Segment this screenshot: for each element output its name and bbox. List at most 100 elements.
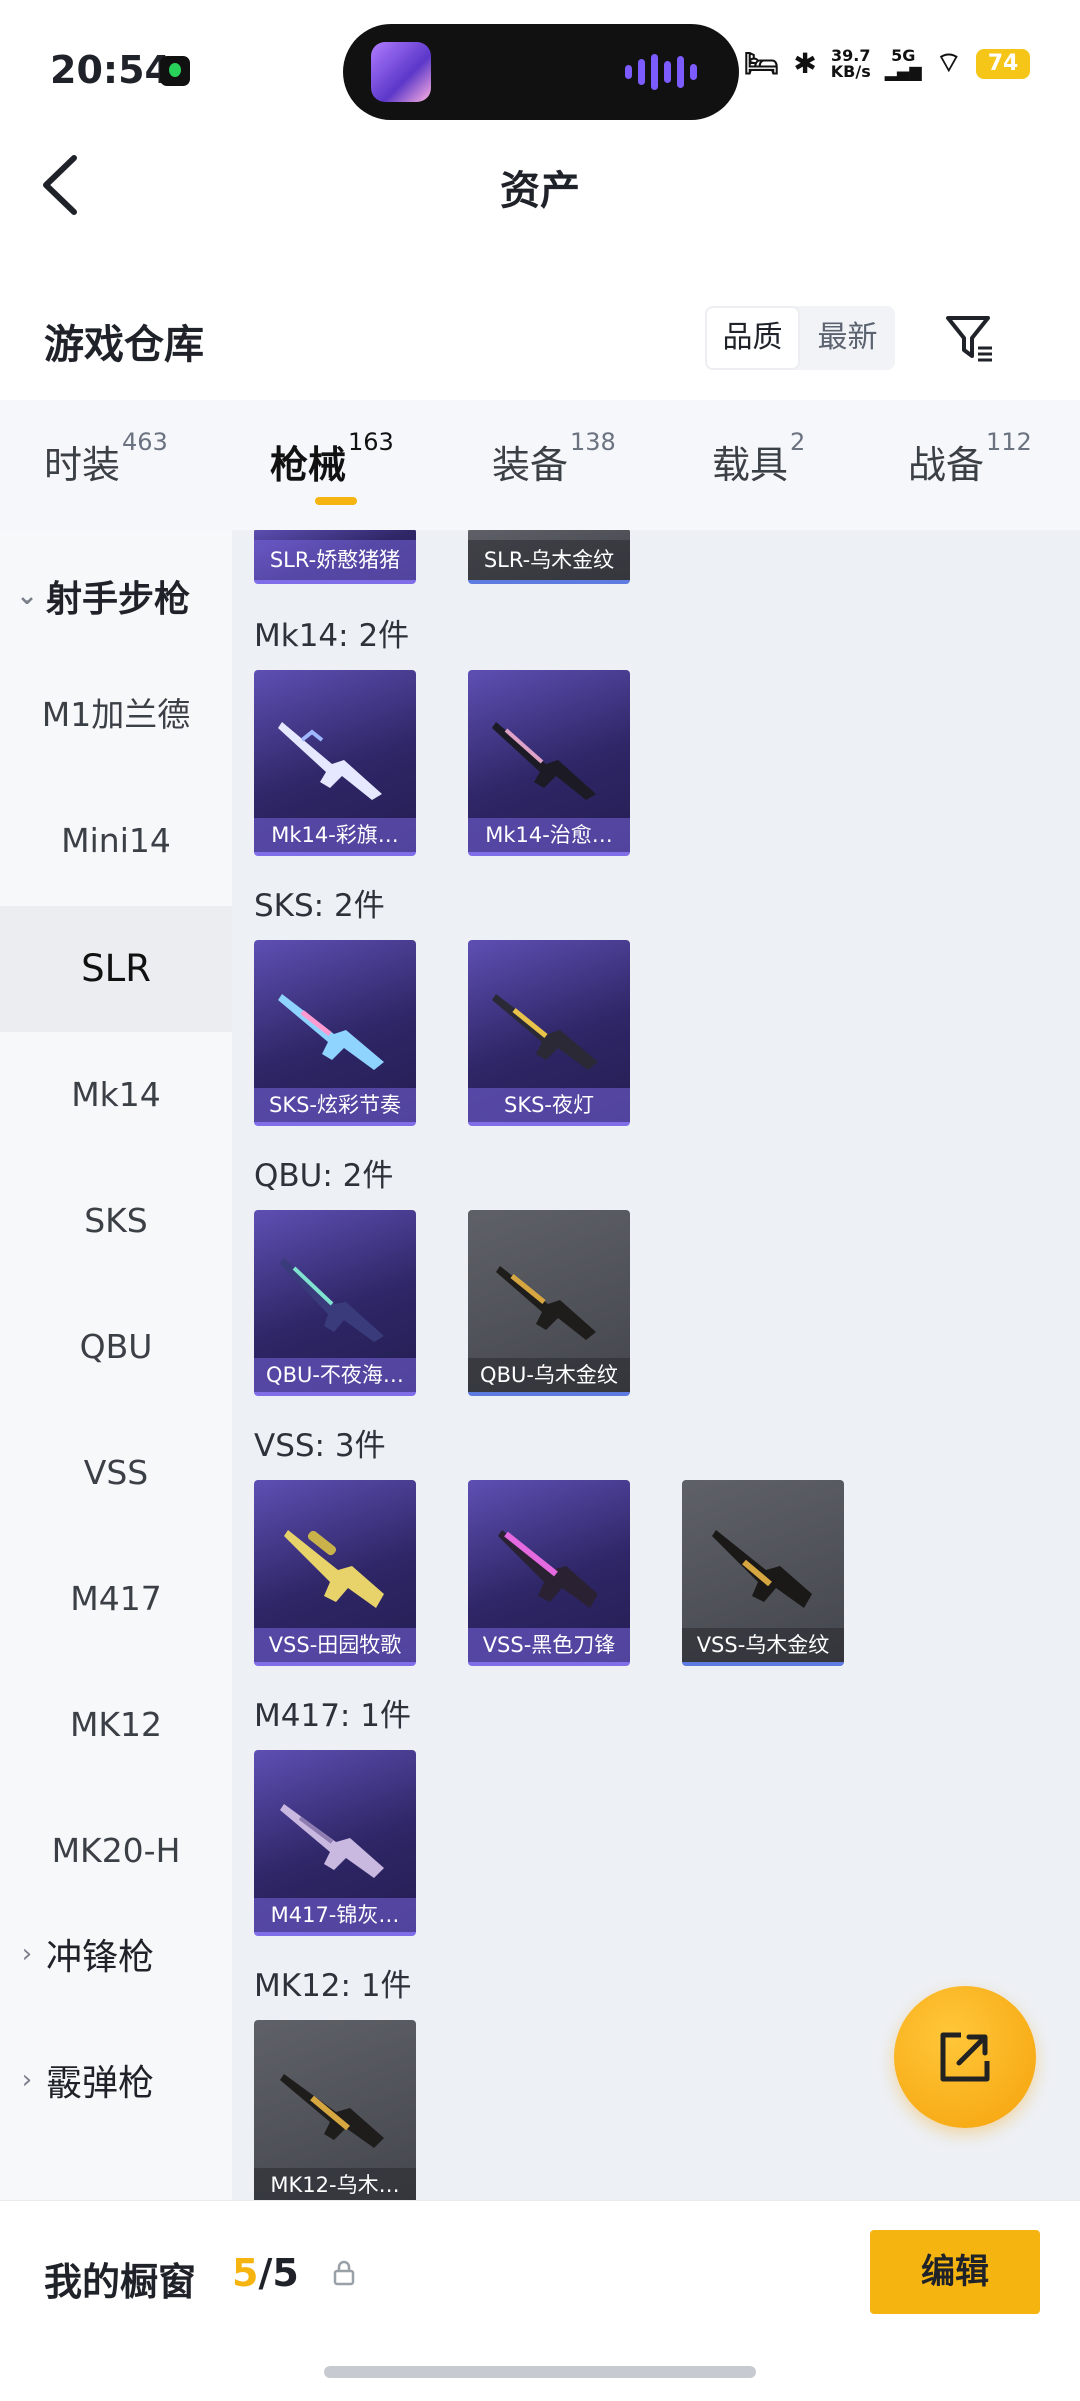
sidebar-group-smg[interactable]: › 冲锋枪 — [16, 1928, 154, 1980]
bed-icon: 🛏 — [743, 47, 780, 80]
rifle-icon — [498, 1530, 598, 1608]
rifle-icon — [712, 1530, 812, 1608]
showcase-count-current: 5 — [232, 2251, 259, 2295]
sidebar-item-m417[interactable]: M417 — [0, 1536, 232, 1662]
tab-label: 战备 — [908, 443, 985, 487]
bluetooth-icon: ✱ — [793, 47, 817, 80]
item-name: QBU-乌木金纹 — [468, 1358, 630, 1392]
item-card[interactable]: QBU-乌木金纹 — [468, 1210, 630, 1396]
notification-app-icon — [160, 56, 190, 86]
rifle-icon — [278, 994, 384, 1070]
lock-icon — [333, 2260, 355, 2286]
filter-icon[interactable] — [944, 312, 996, 364]
rifle-icon — [492, 994, 598, 1070]
sidebar-group-marksman[interactable]: ⌄ 射手步枪 — [16, 570, 190, 622]
rifle-icon — [278, 722, 382, 800]
group-label: M417: 1件 — [254, 1698, 411, 1734]
item-name: SKS-夜灯 — [468, 1088, 630, 1122]
tab-firearms[interactable]: 枪械163 — [270, 428, 394, 489]
item-name: SLR-乌木金纹 — [468, 540, 630, 580]
sidebar-item-m1garand[interactable]: M1加兰德 — [0, 652, 232, 778]
battery-icon: 74 — [976, 48, 1030, 79]
tab-label: 载具 — [712, 443, 789, 487]
tab-supplies[interactable]: 战备112 — [908, 428, 1032, 489]
tab-equipment[interactable]: 装备138 — [492, 428, 616, 489]
rifle-icon — [280, 1804, 384, 1878]
sidebar-item-mk14[interactable]: Mk14 — [0, 1032, 232, 1158]
sort-latest-button[interactable]: 最新 — [800, 306, 895, 370]
sidebar-item-vss[interactable]: VSS — [0, 1410, 232, 1536]
sort-quality-button[interactable]: 品质 — [705, 306, 800, 370]
network-speed: 39.7 KB/s — [830, 47, 871, 81]
status-time: 20:54 — [50, 48, 171, 92]
tab-label: 装备 — [492, 443, 569, 487]
tab-count: 163 — [348, 428, 394, 456]
chevron-right-icon: › — [21, 2065, 33, 2095]
active-tab-indicator — [315, 497, 357, 505]
group-label: Mk14: 2件 — [254, 618, 410, 654]
item-card[interactable]: SKS-夜灯 — [468, 940, 630, 1126]
status-bar: 20:54 🛏 ✱ 39.7 KB/s 5G ▂▄▆ ⌔ 74 — [0, 0, 1080, 140]
sidebar-group-shotgun[interactable]: › 霰弹枪 — [16, 2054, 154, 2106]
sidebar-group-label: 冲锋枪 — [46, 1937, 155, 1978]
item-card[interactable]: MK12-乌木… — [254, 2020, 416, 2200]
rifle-icon — [284, 1530, 384, 1608]
sidebar-item-mini14[interactable]: Mini14 — [0, 778, 232, 904]
tab-count: 2 — [790, 428, 806, 456]
item-name: MK12-乌木… — [254, 2168, 416, 2200]
tab-count: 112 — [986, 428, 1032, 456]
item-card[interactable]: VSS-乌木金纹 — [682, 1480, 844, 1666]
group-label: QBU: 2件 — [254, 1158, 394, 1194]
tab-count: 463 — [122, 428, 168, 456]
item-name: QBU-不夜海… — [254, 1358, 416, 1392]
rifle-icon — [496, 1266, 596, 1340]
item-name: VSS-乌木金纹 — [682, 1628, 844, 1662]
item-card[interactable]: Mk14-治愈… — [468, 670, 630, 856]
item-card[interactable]: Mk14-彩旗… — [254, 670, 416, 856]
showcase-count: 5/5 — [232, 2251, 299, 2295]
sidebar-item-slr[interactable]: SLR — [0, 906, 232, 1032]
item-name: SLR-娇憨猪猪 — [254, 540, 416, 580]
sort-toggle: 品质 最新 — [705, 306, 895, 370]
item-card[interactable]: SKS-炫彩节奏 — [254, 940, 416, 1126]
rifle-icon — [492, 722, 596, 800]
network-speed-unit: KB/s — [830, 61, 871, 81]
item-card[interactable]: SLR-娇憨猪猪 — [254, 530, 416, 584]
tab-label: 枪械 — [270, 443, 347, 487]
item-card[interactable]: QBU-不夜海… — [254, 1210, 416, 1396]
edit-button[interactable]: 编辑 — [870, 2230, 1040, 2314]
item-name: VSS-田园牧歌 — [254, 1628, 416, 1662]
sidebar-item-qbu[interactable]: QBU — [0, 1284, 232, 1410]
showcase-count-separator: / — [258, 2251, 273, 2295]
tab-vehicles[interactable]: 载具2 — [712, 428, 805, 489]
rifle-icon — [280, 2074, 384, 2148]
wifi-icon: ⌔ — [935, 46, 962, 79]
page-title: 资产 — [500, 168, 580, 214]
item-card[interactable]: SLR-乌木金纹 — [468, 530, 630, 584]
showcase-label: 我的橱窗 — [44, 2260, 197, 2304]
item-name: SKS-炫彩节奏 — [254, 1088, 416, 1122]
item-card[interactable]: M417-锦灰… — [254, 1750, 416, 1936]
sidebar-group-label: 霰弹枪 — [46, 2063, 155, 2104]
share-icon — [940, 2032, 990, 2082]
sidebar: ⌄ 射手步枪 M1加兰德 Mini14 SLR Mk14 SKS QBU VSS… — [0, 530, 232, 2200]
cellular-signal-icon: 5G ▂▄▆ — [884, 45, 922, 81]
item-grid: SLR-娇憨猪猪 SLR-乌木金纹 Mk14: 2件 Mk14-彩旗… Mk14… — [232, 530, 1080, 2200]
sidebar-item-sks[interactable]: SKS — [0, 1158, 232, 1284]
tab-fashion[interactable]: 时装463 — [44, 428, 168, 489]
showcase-count-total: 5 — [272, 2251, 299, 2295]
sidebar-item-mk20h[interactable]: MK20-H — [0, 1788, 232, 1914]
chevron-right-icon: › — [21, 1939, 33, 1969]
share-button[interactable] — [894, 1986, 1036, 2128]
item-card[interactable]: VSS-田园牧歌 — [254, 1480, 416, 1666]
sidebar-item-mk12[interactable]: MK12 — [0, 1662, 232, 1788]
home-indicator[interactable] — [324, 2366, 756, 2378]
chevron-down-icon: ⌄ — [16, 581, 38, 611]
item-card[interactable]: VSS-黑色刀锋 — [468, 1480, 630, 1666]
tab-count: 138 — [570, 428, 616, 456]
item-name: VSS-黑色刀锋 — [468, 1628, 630, 1662]
dynamic-island[interactable] — [343, 24, 739, 120]
group-label: SKS: 2件 — [254, 888, 385, 924]
rifle-icon — [280, 1258, 384, 1342]
tab-label: 时装 — [44, 443, 121, 487]
